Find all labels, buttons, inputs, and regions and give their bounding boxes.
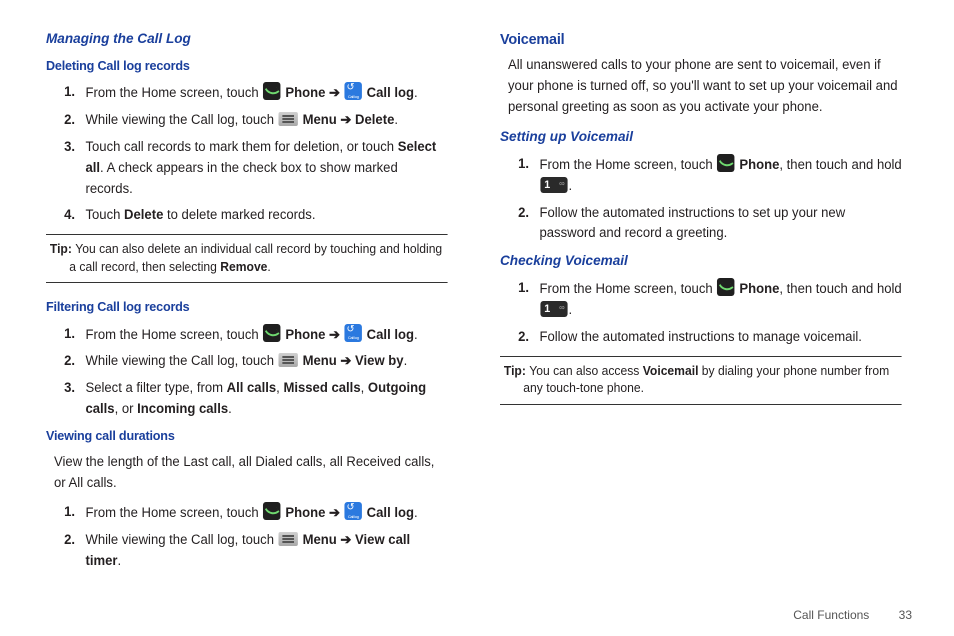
footer-section: Call Functions [793,608,869,622]
page-footer: Call Functions 33 [793,608,912,622]
list-item: From the Home screen, touch Phone ➔ Call… [68,324,448,346]
subheading-deleting: Deleting Call log records [46,56,448,76]
list-item: Follow the automated instructions to set… [522,203,902,245]
heading-voicemail: Voicemail [500,28,897,51]
list-item: Touch Delete to delete marked records. [68,205,448,226]
call-log-icon [345,82,362,100]
call-log-icon [345,502,362,520]
list-item: Touch call records to mark them for dele… [68,137,448,200]
phone-icon [717,154,734,172]
menu-icon [279,112,298,126]
menu-icon [279,532,298,546]
list-item: From the Home screen, touch Phone, then … [522,278,902,321]
phone-icon [263,324,280,342]
list-item: From the Home screen, touch Phone ➔ Call… [68,502,448,524]
phone-icon [263,82,280,100]
filtering-steps: From the Home screen, touch Phone ➔ Call… [46,324,460,421]
deleting-steps: From the Home screen, touch Phone ➔ Call… [46,82,460,227]
menu-icon [279,353,298,367]
phone-icon [717,278,734,296]
setup-steps: From the Home screen, touch Phone, then … [500,154,914,245]
left-column: Managing the Call Log Deleting Call log … [46,28,460,578]
key-1-icon [540,177,567,193]
durations-intro: View the length of the Last call, all Di… [54,452,448,494]
list-item: From the Home screen, touch Phone, then … [522,154,902,197]
phone-icon [263,502,280,520]
subheading-filtering: Filtering Call log records [46,297,448,317]
list-item: While viewing the Call log, touch Menu ➔… [68,110,448,131]
section-heading-managing: Managing the Call Log [46,28,448,50]
list-item: While viewing the Call log, touch Menu ➔… [68,351,448,372]
section-heading-setup: Setting up Voicemail [500,126,902,148]
duration-steps: From the Home screen, touch Phone ➔ Call… [46,502,460,572]
call-log-icon [345,324,362,342]
tip-voicemail: Tip: You can also access Voicemail by di… [500,356,902,405]
subheading-durations: Viewing call durations [46,426,448,446]
key-1-icon [540,301,567,317]
right-column: Voicemail All unanswered calls to your p… [500,28,914,578]
list-item: From the Home screen, touch Phone ➔ Call… [68,82,448,104]
page-number: 33 [899,608,912,622]
voicemail-intro: All unanswered calls to your phone are s… [508,55,902,118]
list-item: While viewing the Call log, touch Menu ➔… [68,530,448,572]
list-item: Select a filter type, from All calls, Mi… [68,378,448,420]
list-item: Follow the automated instructions to man… [522,327,902,348]
section-heading-check: Checking Voicemail [500,250,902,272]
check-steps: From the Home screen, touch Phone, then … [500,278,914,348]
tip-delete: Tip: You can also delete an individual c… [46,234,448,283]
